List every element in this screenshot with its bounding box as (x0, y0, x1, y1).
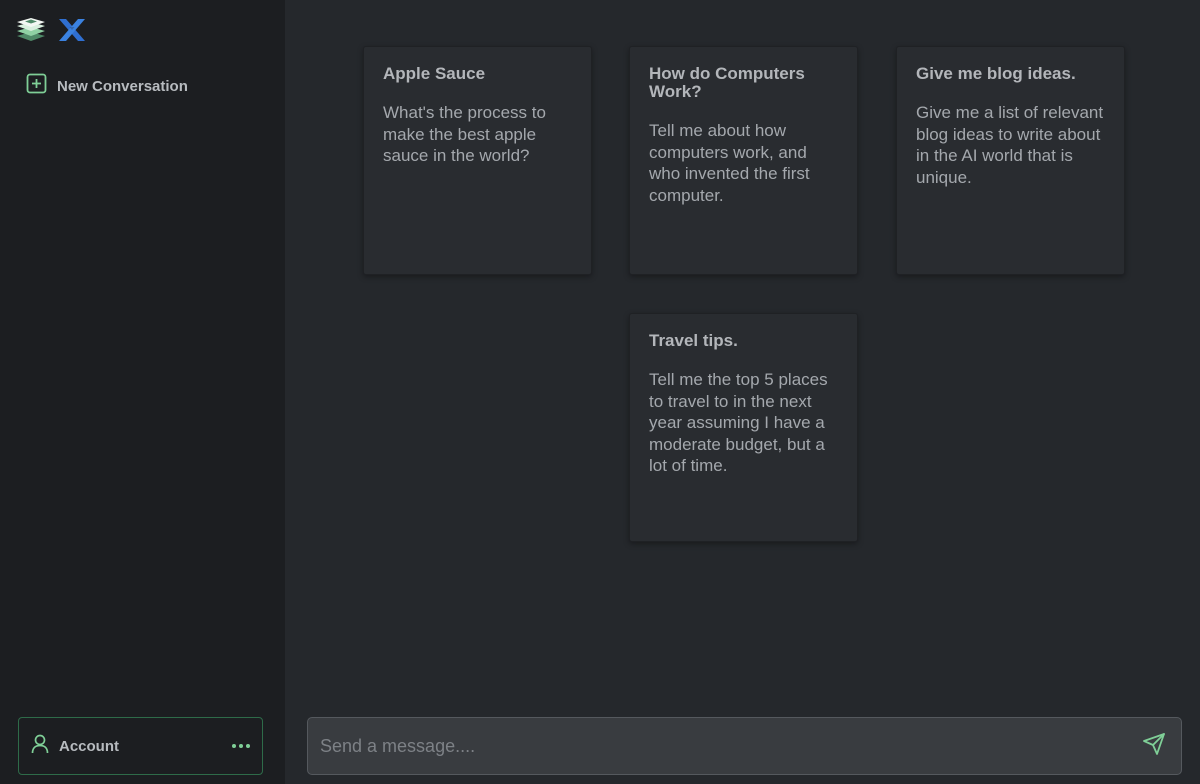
stacked-layers-icon (15, 17, 47, 43)
suggestion-card[interactable]: Travel tips. Tell me the top 5 places to… (629, 313, 858, 542)
suggestion-card[interactable]: Give me blog ideas. Give me a list of re… (896, 46, 1125, 275)
card-body: Tell me about how computers work, and wh… (649, 121, 810, 205)
card-body: Give me a list of relevant blog ideas to… (916, 103, 1104, 187)
send-icon (1142, 732, 1166, 761)
sidebar: New Conversation Account (0, 0, 285, 784)
message-composer (307, 717, 1182, 775)
plus-square-icon (26, 73, 47, 99)
app-window: New Conversation Account Apple Sauce Wha… (0, 0, 1200, 784)
account-label: Account (59, 737, 119, 755)
suggestion-card[interactable]: Apple Sauce What's the process to make t… (363, 46, 592, 275)
new-conversation-button[interactable]: New Conversation (26, 73, 188, 99)
account-button[interactable]: Account (18, 717, 263, 775)
card-body: Tell me the top 5 places to travel to in… (649, 370, 828, 475)
card-title: Apple Sauce (383, 64, 486, 83)
card-title: Give me blog ideas. (916, 64, 1076, 83)
new-conversation-label: New Conversation (57, 77, 188, 95)
user-icon (31, 734, 49, 759)
logo (15, 16, 87, 44)
suggestion-card[interactable]: How do Computers Work? Tell me about how… (629, 46, 858, 275)
card-body: What's the process to make the best appl… (383, 103, 546, 165)
card-title: Travel tips. (649, 331, 738, 350)
more-horizontal-icon[interactable] (232, 744, 250, 748)
card-title: How do Computers Work? (649, 64, 805, 101)
message-input[interactable] (320, 735, 1141, 757)
send-button[interactable] (1141, 732, 1167, 761)
x-logo-icon (57, 17, 87, 43)
